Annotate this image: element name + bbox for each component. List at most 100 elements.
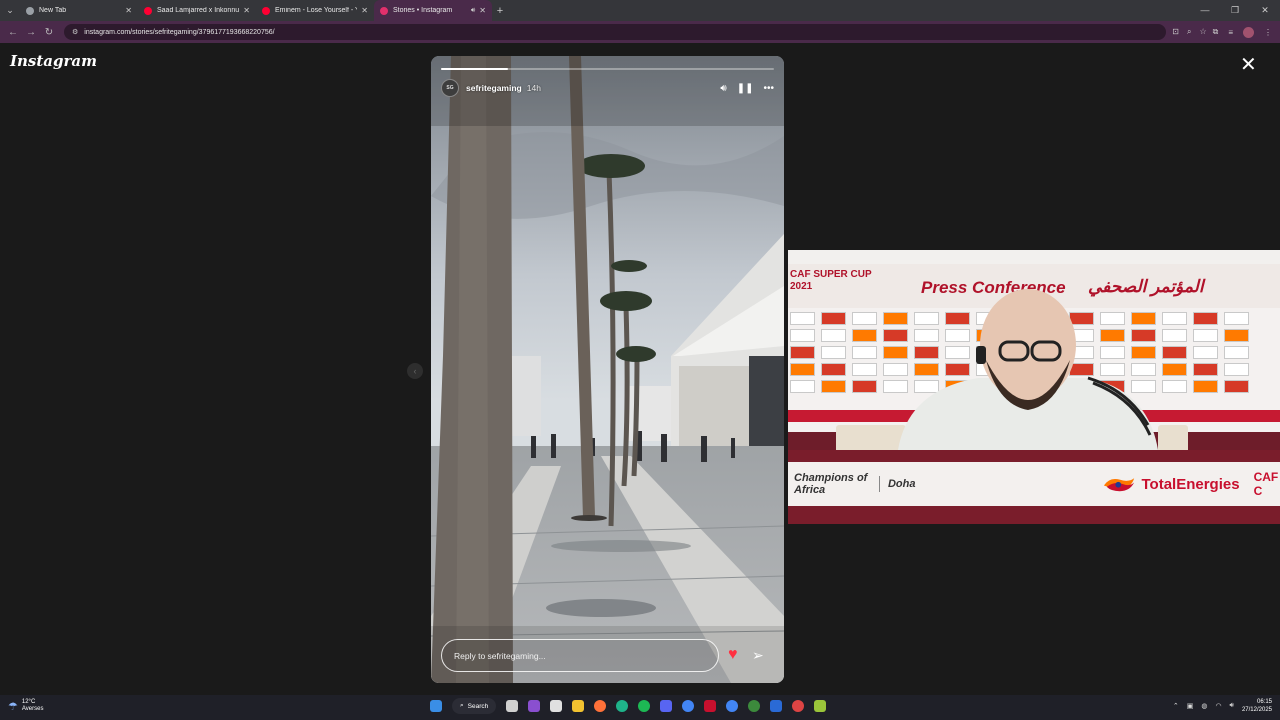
minimize-icon[interactable]: —	[1190, 5, 1220, 16]
search-label: Search	[467, 702, 489, 710]
weather-widget[interactable]: ☂ 12°C Averses	[8, 699, 43, 713]
file-explorer-icon[interactable]	[572, 700, 585, 712]
forward-icon[interactable]: →	[22, 27, 40, 38]
story-username[interactable]: sefritegaming	[466, 83, 522, 93]
chrome-icon[interactable]	[682, 700, 695, 712]
tab-close-icon[interactable]: ✕	[479, 6, 486, 15]
weather-rain-icon: ☂	[8, 700, 18, 713]
instagram-favicon-icon	[380, 6, 388, 15]
tab-instagram-stories[interactable]: Stories • Instagram 🔊︎ ✕	[374, 0, 492, 21]
story-timestamp: 14h	[526, 83, 541, 93]
instagram-stories-page: Instagram ✕ ‹ SG sefritegaming 14h 🔊︎ ❚❚…	[0, 43, 1280, 695]
address-bar[interactable]: ⚙ instagram.com/stories/sefritegaming/37…	[64, 24, 1167, 40]
zoom-icon[interactable]: ⌕	[1187, 27, 1191, 37]
app-purple-icon[interactable]	[528, 700, 541, 712]
totalenergies-logo-icon	[1104, 478, 1135, 492]
instagram-logo[interactable]: Instagram	[10, 52, 97, 70]
search-icon: ⌕	[460, 702, 464, 709]
youtube-favicon-icon	[262, 6, 270, 15]
more-options-icon[interactable]: •••	[763, 83, 774, 94]
pause-icon[interactable]: ❚❚	[737, 83, 754, 94]
windows-taskbar: ☂ 12°C Averses ⌕ Search ⌃ ▣ ◍ ◠ 🔊︎ 06:15…	[0, 695, 1280, 720]
chrome-active-icon[interactable]	[726, 700, 739, 712]
story-header: SG sefritegaming 14h 🔊︎ ❚❚ •••	[441, 78, 774, 98]
profile-avatar-icon[interactable]	[1243, 26, 1254, 38]
tab-strip: ⌄ New Tab ✕ Saad Lamjarred x Inkonnu x A…	[0, 0, 1280, 21]
story-viewer[interactable]: SG sefritegaming 14h 🔊︎ ❚❚ ••• Reply to …	[431, 56, 784, 683]
story-progress-bar	[441, 68, 774, 70]
clock-time: 06:15	[1256, 699, 1272, 705]
desk-banner-caf: CAF C	[1253, 470, 1279, 498]
pip-video-player[interactable]: CAF SUPER CUP 2021 Press Conference المؤ…	[788, 250, 1280, 524]
bookmark-star-icon[interactable]: ☆	[1199, 27, 1206, 37]
desk-banner-slogan: Champions of Africa	[794, 472, 868, 496]
window-close-icon[interactable]: ✕	[1250, 5, 1280, 16]
tab-title: New Tab	[39, 7, 67, 14]
tray-app-icon[interactable]: ▣	[1187, 702, 1194, 710]
app-play-icon[interactable]	[814, 700, 827, 712]
app-green-icon[interactable]	[748, 700, 761, 712]
discord-icon[interactable]	[660, 700, 673, 712]
clock[interactable]: 06:15 27/12/2025	[1242, 698, 1272, 714]
weather-text: 12°C Averses	[22, 699, 44, 713]
previous-story-icon[interactable]: ‹	[407, 363, 423, 379]
restore-icon[interactable]: ❐	[1220, 5, 1250, 16]
story-controls: 🔊︎ ❚❚ •••	[720, 83, 774, 94]
desk-banner-brand: TotalEnergies	[1141, 475, 1240, 493]
tab-close-icon[interactable]: ✕	[125, 6, 132, 15]
tab-title: Eminem - Lose Yourself - YouT	[275, 7, 357, 14]
back-icon[interactable]: ←	[4, 27, 22, 38]
close-stories-button[interactable]: ✕	[1240, 55, 1257, 75]
tray-chevron-icon[interactable]: ⌃	[1173, 702, 1179, 710]
omnibox-actions: ⊡ ⌕ ☆	[1172, 27, 1206, 37]
toolbar-right: ⧉ ≡ ⋮	[1213, 26, 1276, 38]
tray-app-icon[interactable]: ◍	[1201, 702, 1207, 710]
extensions-icon[interactable]: ⧉	[1213, 27, 1219, 37]
tab-new-tab[interactable]: New Tab ✕	[20, 0, 138, 21]
clock-date: 27/12/2025	[1241, 707, 1272, 713]
weather-temp: 12°C	[21, 699, 36, 705]
volume-icon[interactable]: 🔊︎	[720, 83, 726, 94]
app-blue-icon[interactable]	[770, 700, 783, 712]
volume-icon[interactable]: 🔊︎	[1230, 702, 1234, 710]
system-tray: ⌃ ▣ ◍ ◠ 🔊︎ 06:15 27/12/2025	[1173, 698, 1272, 714]
site-info-icon[interactable]: ⚙	[72, 28, 78, 36]
firefox-icon[interactable]	[594, 700, 607, 712]
story-progress-fill	[441, 68, 508, 70]
new-tab-icon[interactable]: +	[492, 5, 508, 17]
chrome-menu-icon[interactable]: ⋮	[1264, 28, 1272, 37]
window-controls: — ❐ ✕	[1190, 5, 1280, 16]
tab-eminem[interactable]: Eminem - Lose Yourself - YouT ✕	[256, 0, 374, 21]
chrome-favicon-icon	[26, 6, 34, 15]
wifi-icon[interactable]: ◠	[1215, 702, 1221, 710]
story-avatar[interactable]: SG	[441, 79, 459, 97]
reload-icon[interactable]: ↻	[40, 27, 58, 38]
install-app-icon[interactable]: ⊡	[1172, 27, 1179, 37]
youtube-favicon-icon	[144, 6, 152, 15]
tab-audio-icon[interactable]: 🔊︎	[471, 7, 475, 15]
browser-toolbar: ← → ↻ ⚙ instagram.com/stories/sefritegam…	[0, 21, 1280, 43]
task-view-icon[interactable]	[506, 700, 519, 712]
taskbar-search[interactable]: ⌕ Search	[452, 698, 497, 714]
spotify-icon[interactable]	[638, 700, 651, 712]
app-circle-icon[interactable]	[792, 700, 805, 712]
media-controls-icon[interactable]: ≡	[1228, 28, 1233, 37]
weather-desc: Averses	[21, 706, 44, 712]
like-heart-icon[interactable]: ♥	[728, 647, 738, 663]
send-message-icon[interactable]: ➢	[752, 647, 764, 663]
reply-input[interactable]: Reply to sefritegaming...	[441, 639, 719, 672]
tab-close-icon[interactable]: ✕	[243, 6, 250, 15]
tab-close-icon[interactable]: ✕	[361, 6, 368, 15]
app-red-icon[interactable]	[704, 700, 717, 712]
url-text: instagram.com/stories/sefritegaming/3796…	[84, 28, 275, 36]
tab-title: Stories • Instagram	[393, 7, 453, 14]
tab-search-icon[interactable]: ⌄	[0, 0, 20, 21]
photos-icon[interactable]	[550, 700, 563, 712]
tab-saad-lamjarred[interactable]: Saad Lamjarred x Inkonnu x Ati ✕	[138, 0, 256, 21]
tab-title: Saad Lamjarred x Inkonnu x Ati	[157, 7, 240, 14]
desk-banner: Champions of Africa Doha TotalEnergies C…	[788, 462, 1280, 506]
edge-icon[interactable]	[616, 700, 629, 712]
desk-banner-city: Doha	[887, 478, 916, 490]
start-menu-icon[interactable]	[430, 700, 442, 712]
story-photo	[431, 56, 784, 683]
